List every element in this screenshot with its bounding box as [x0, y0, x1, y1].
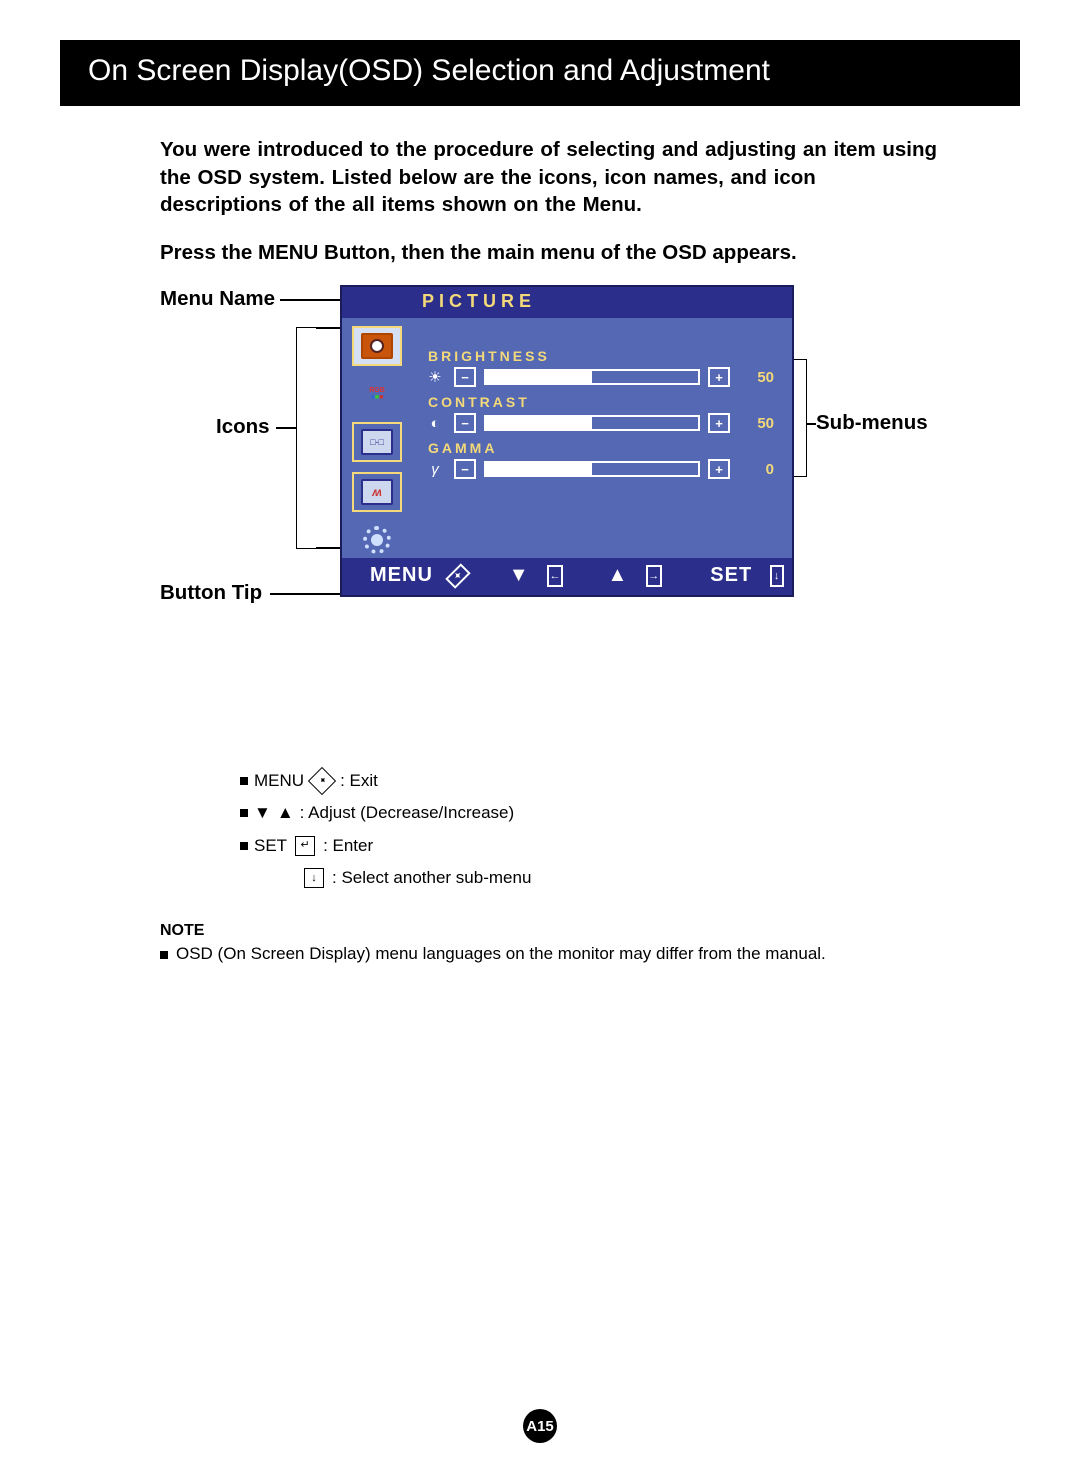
intro-text: You were introduced to the procedure of … [160, 136, 940, 219]
tip-select-desc: : Select another sub-menu [332, 862, 531, 894]
slider-value: 0 [738, 461, 774, 478]
osd-footer: MENU ✦ ▼ ← ▲ → SET ↓ [342, 558, 792, 595]
icon-warm[interactable]: ʍ [352, 472, 402, 512]
tip-adjust: ▼ ▲ : Adjust (Decrease/Increase) [240, 797, 1020, 829]
setting-title-contrast: CONTRAST [428, 394, 774, 410]
minus-button[interactable]: − [454, 413, 476, 433]
icon-rgb[interactable]: RGB■■■ [354, 376, 400, 412]
label-menu-name: Menu Name [160, 287, 275, 311]
plus-button[interactable]: + [708, 459, 730, 479]
button-tips: MENU ✦ : Exit ▼ ▲ : Adjust (Decrease/Inc… [240, 765, 1020, 894]
plus-button[interactable]: + [708, 413, 730, 433]
page-title: On Screen Display(OSD) Selection and Adj… [60, 40, 1020, 106]
slider-track[interactable] [484, 369, 700, 385]
bullet-icon [240, 809, 248, 817]
brightness-icon: ☀ [424, 368, 446, 386]
up-triangle-icon: ▲ [277, 797, 294, 829]
down-triangle-icon: ▼ [254, 797, 271, 829]
bullet-icon [240, 842, 248, 850]
menu-exit-icon: ✦ [308, 767, 336, 795]
plus-button[interactable]: + [708, 367, 730, 387]
slider-gamma[interactable]: γ − + 0 [424, 458, 774, 480]
footer-set-label: SET [710, 564, 752, 587]
icon-picture[interactable] [352, 326, 402, 366]
tip-menu-label: MENU [254, 765, 304, 797]
note-section: NOTE OSD (On Screen Display) menu langua… [160, 922, 1020, 964]
label-button-tip: Button Tip [160, 581, 262, 605]
setting-title-brightness: BRIGHTNESS [428, 348, 774, 364]
osd-diagram: Menu Name Icons Button Tip Sub-menus PIC… [160, 285, 1020, 735]
footer-menu-label: MENU [370, 564, 433, 587]
bullet-icon [160, 951, 168, 959]
arrow-left-icon: ← [547, 565, 563, 587]
contrast-icon: ◐ [424, 415, 446, 432]
label-sub-menus: Sub-menus [816, 411, 928, 435]
tip-set-label: SET [254, 830, 287, 862]
slider-brightness[interactable]: ☀ − + 50 [424, 366, 774, 388]
manual-page: On Screen Display(OSD) Selection and Adj… [0, 0, 1080, 1477]
osd-panel: PICTURE RGB■■■ □-□ ʍ [340, 285, 794, 597]
slider-value: 50 [738, 415, 774, 432]
menu-exit-icon: ✦ [445, 563, 470, 588]
down-arrow-icon: ↓ [304, 868, 324, 888]
bullet-icon [240, 777, 248, 785]
osd-body: RGB■■■ □-□ ʍ BRIGHTNESS ☀ [342, 318, 792, 558]
osd-settings: BRIGHTNESS ☀ − + 50 CONTRAST ◐ − + [412, 318, 792, 558]
arrow-right-icon: → [646, 565, 662, 587]
minus-button[interactable]: − [454, 459, 476, 479]
note-title: NOTE [160, 922, 1020, 940]
set-enter-icon: ↓ [770, 565, 784, 587]
gear-icon [363, 526, 391, 554]
osd-menu-name: PICTURE [342, 287, 792, 318]
tip-adjust-desc: : Adjust (Decrease/Increase) [300, 797, 514, 829]
slider-value: 50 [738, 369, 774, 386]
press-text: Press the MENU Button, then the main men… [160, 241, 940, 265]
setting-title-gamma: GAMMA [428, 440, 774, 456]
slider-track[interactable] [484, 461, 700, 477]
label-icons: Icons [216, 415, 270, 439]
tip-menu-desc: : Exit [340, 765, 378, 797]
tip-set-desc: : Enter [323, 830, 373, 862]
icon-settings[interactable] [354, 522, 400, 558]
note-text: OSD (On Screen Display) menu languages o… [176, 944, 826, 964]
osd-iconbar: RGB■■■ □-□ ʍ [342, 318, 412, 558]
slider-track[interactable] [484, 415, 700, 431]
tip-menu: MENU ✦ : Exit [240, 765, 1020, 797]
slider-contrast[interactable]: ◐ − + 50 [424, 412, 774, 434]
enter-icon: ↵ [295, 836, 315, 856]
minus-button[interactable]: − [454, 367, 476, 387]
nav-down-icon[interactable]: ▼ [509, 564, 530, 587]
gamma-icon: γ [424, 461, 446, 478]
tip-select: ↓ : Select another sub-menu [302, 862, 1020, 894]
nav-up-icon[interactable]: ▲ [607, 564, 628, 587]
page-number-badge: A15 [523, 1409, 557, 1443]
icon-screen[interactable]: □-□ [352, 422, 402, 462]
osd-menu-name-text: PICTURE [422, 291, 536, 311]
tip-set: SET ↵ : Enter [240, 830, 1020, 862]
rgb-badge-text: RGB■■■ [369, 387, 385, 401]
